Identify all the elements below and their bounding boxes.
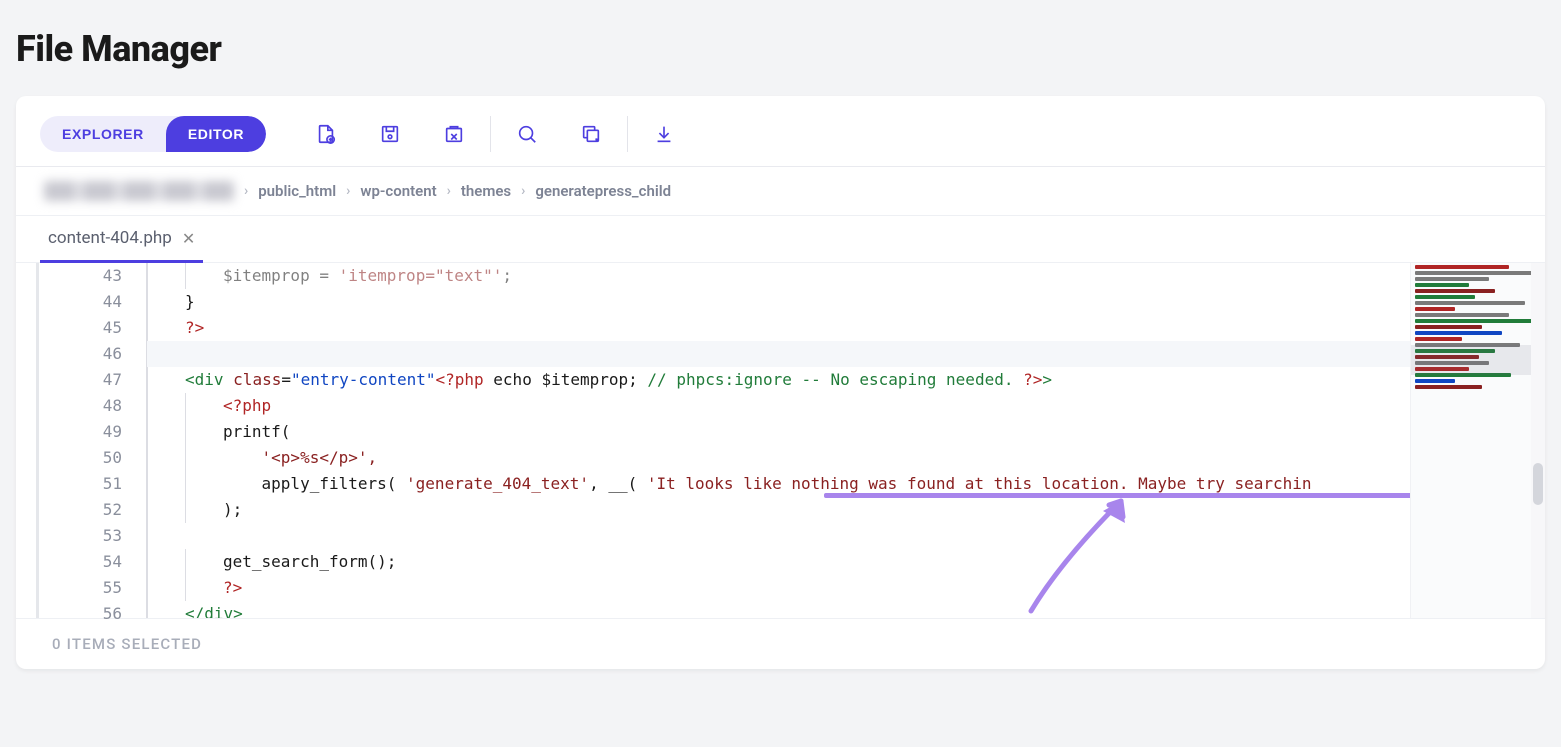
toolbar: EXPLORER EDITOR (16, 96, 1545, 167)
code-line (146, 523, 1410, 549)
breadcrumb-item[interactable]: public_html (258, 182, 336, 200)
minimap-viewport[interactable] (1411, 345, 1545, 375)
save-icon[interactable] (358, 116, 422, 152)
code-line: <?php (146, 393, 1410, 419)
code-line: ?> (146, 575, 1410, 601)
chevron-right-icon: › (244, 183, 248, 199)
editor-tab-button[interactable]: EDITOR (166, 116, 266, 152)
code-line: '<p>%s</p>', (146, 445, 1410, 471)
line-number: 43 (39, 263, 146, 289)
search-icon[interactable] (495, 116, 559, 152)
code-line: } (146, 289, 1410, 315)
close-icon[interactable]: ✕ (182, 229, 195, 248)
line-number: 50 (39, 445, 146, 471)
annotation-underline (824, 493, 1410, 498)
minimap[interactable] (1410, 263, 1545, 618)
line-number: 46 (39, 341, 146, 367)
code-line-current (146, 341, 1410, 367)
toolbar-icons (294, 116, 696, 152)
line-number: 44 (39, 289, 146, 315)
explorer-tab-button[interactable]: EXPLORER (40, 116, 166, 152)
code-line: ?> (146, 315, 1410, 341)
file-tab-label: content-404.php (48, 228, 172, 248)
status-bar: 0 ITEMS SELECTED (16, 618, 1545, 669)
code-line: get_search_form(); (146, 549, 1410, 575)
view-toggle: EXPLORER EDITOR (40, 116, 266, 152)
line-number: 45 (39, 315, 146, 341)
line-number: 51 (39, 471, 146, 497)
line-number: 54 (39, 549, 146, 575)
new-file-icon[interactable] (294, 116, 358, 152)
line-number: 48 (39, 393, 146, 419)
line-number: 52 (39, 497, 146, 523)
chevron-right-icon: › (346, 183, 350, 199)
copy-icon[interactable] (559, 116, 623, 152)
breadcrumb-item[interactable]: themes (461, 182, 511, 200)
code-line: $itemprop = 'itemprop="text"'; (146, 263, 1410, 289)
line-number: 47 (39, 367, 146, 393)
line-number: 53 (39, 523, 146, 549)
discard-icon[interactable] (422, 116, 486, 152)
code-line: printf( (146, 419, 1410, 445)
code-line: </div> (146, 601, 1410, 618)
breadcrumb-item[interactable]: wp-content (360, 182, 436, 200)
chevron-right-icon: › (447, 183, 451, 199)
code-line: <div class="entry-content"<?php echo $it… (146, 367, 1410, 393)
code-area[interactable]: $itemprop = 'itemprop="text"'; } ?> <div… (146, 263, 1410, 618)
file-tab[interactable]: content-404.php ✕ (40, 216, 203, 263)
main-panel: EXPLORER EDITOR (16, 96, 1545, 669)
breadcrumb-item[interactable]: generatepress_child (535, 182, 671, 200)
scrollbar-thumb[interactable] (1533, 463, 1543, 505)
line-number: 55 (39, 575, 146, 601)
breadcrumb-domain[interactable] (44, 181, 234, 201)
line-number: 49 (39, 419, 146, 445)
breadcrumb: › public_html › wp-content › themes › ge… (16, 167, 1545, 216)
line-gutter: 43 44 45 46 47 48 49 50 51 52 53 54 55 5… (36, 263, 146, 618)
line-number: 56 (39, 601, 146, 627)
vertical-scrollbar[interactable] (1531, 263, 1545, 618)
code-line: ); (146, 497, 1410, 523)
file-tab-bar: content-404.php ✕ (16, 216, 1545, 263)
toolbar-separator (627, 116, 628, 152)
page-title: File Manager (0, 0, 1561, 80)
download-icon[interactable] (632, 116, 696, 152)
code-editor[interactable]: 43 44 45 46 47 48 49 50 51 52 53 54 55 5… (16, 263, 1545, 618)
chevron-right-icon: › (521, 183, 525, 199)
toolbar-separator (490, 116, 491, 152)
